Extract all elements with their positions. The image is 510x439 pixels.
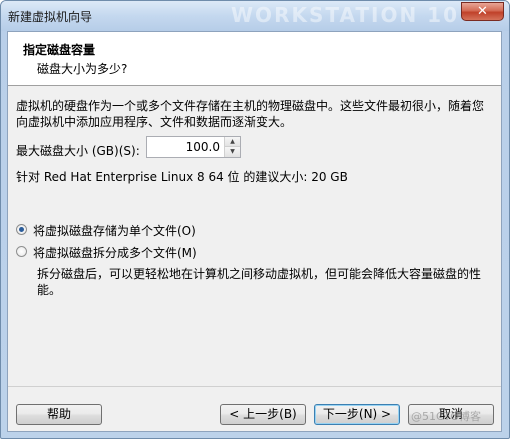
- split-description-line-2: 能。: [37, 283, 62, 297]
- page-subtitle: 磁盘大小为多少?: [37, 62, 128, 76]
- next-button[interactable]: 下一步(N) >: [314, 404, 400, 425]
- multi-file-option[interactable]: 将虚拟磁盘拆分成多个文件(M): [16, 244, 226, 260]
- wizard-header: 指定磁盘容量 磁盘大小为多少?: [8, 32, 501, 86]
- back-button[interactable]: < 上一步(B): [220, 404, 306, 425]
- max-disk-size-stepper[interactable]: 100.0 ▲ ▼: [146, 136, 241, 158]
- disk-description-line-2: 向虚拟机中添加应用程序、文件和数据而逐渐变大。: [16, 115, 293, 129]
- site-watermark: @51CTO博客: [411, 410, 482, 423]
- wizard-client-area: 指定磁盘容量 磁盘大小为多少? 虚拟机的硬盘作为一个或多个文件存储在主机的物理磁…: [7, 31, 502, 432]
- close-button[interactable]: ✕: [461, 2, 504, 21]
- window-title: 新建虚拟机向导: [8, 10, 93, 24]
- single-file-option[interactable]: 将虚拟磁盘存储为单个文件(O): [16, 222, 226, 238]
- title-bar[interactable]: 新建虚拟机向导 WORKSTATION 10 ✕: [1, 1, 509, 31]
- stepper-up-icon[interactable]: ▲: [225, 137, 240, 147]
- single-file-label: 将虚拟磁盘存储为单个文件(O): [33, 224, 196, 238]
- close-icon: ✕: [477, 4, 488, 19]
- stepper-buttons: ▲ ▼: [224, 137, 240, 157]
- max-disk-size-input[interactable]: 100.0: [186, 140, 220, 154]
- disk-description: 虚拟机的硬盘作为一个或多个文件存储在主机的物理磁盘中。这些文件最初很小，随着您 …: [16, 98, 491, 130]
- single-file-radio[interactable]: [16, 224, 27, 235]
- max-disk-size-label: 最大磁盘大小 (GB)(S):: [16, 144, 140, 158]
- help-button[interactable]: 帮助: [16, 404, 102, 425]
- recommended-size-text: 针对 Red Hat Enterprise Linux 8 64 位 的建议大小…: [16, 170, 348, 184]
- page-title: 指定磁盘容量: [23, 43, 96, 57]
- stepper-down-icon[interactable]: ▼: [225, 147, 240, 157]
- title-watermark: WORKSTATION 10: [231, 3, 459, 27]
- split-description: 拆分磁盘后，可以更轻松地在计算机之间移动虚拟机，但可能会降低大容量磁盘的性 能。: [37, 266, 492, 298]
- multi-file-label: 将虚拟磁盘拆分成多个文件(M): [33, 246, 197, 260]
- multi-file-radio[interactable]: [16, 246, 27, 257]
- disk-description-line-1: 虚拟机的硬盘作为一个或多个文件存储在主机的物理磁盘中。这些文件最初很小，随着您: [16, 99, 485, 113]
- footer-divider: [8, 386, 501, 387]
- wizard-window: 新建虚拟机向导 WORKSTATION 10 ✕ 指定磁盘容量 磁盘大小为多少?…: [0, 0, 510, 439]
- split-description-line-1: 拆分磁盘后，可以更轻松地在计算机之间移动虚拟机，但可能会降低大容量磁盘的性: [37, 267, 482, 281]
